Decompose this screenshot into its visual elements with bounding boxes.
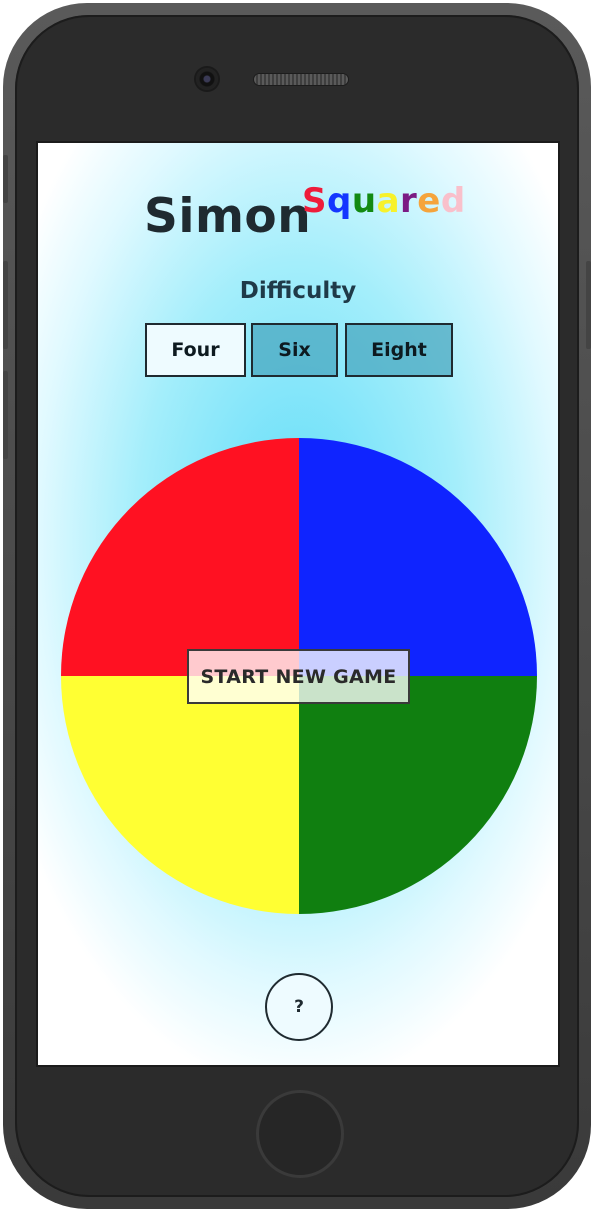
difficulty-six-button[interactable]: Six — [251, 323, 338, 377]
green-quadrant[interactable] — [299, 676, 537, 914]
difficulty-label: Difficulty — [239, 278, 357, 304]
mute-switch — [3, 155, 8, 203]
speaker-grille — [254, 74, 348, 85]
title-letter: q — [327, 181, 352, 221]
difficulty-four-button[interactable]: Four — [145, 323, 246, 377]
title-letter: S — [302, 181, 327, 221]
yellow-quadrant[interactable] — [61, 676, 299, 914]
power-button — [586, 261, 591, 349]
start-new-game-button[interactable]: START NEW GAME — [187, 649, 410, 704]
blue-quadrant[interactable] — [299, 438, 537, 676]
home-button[interactable] — [256, 1090, 344, 1178]
difficulty-eight-button[interactable]: Eight — [345, 323, 453, 377]
title-letter: d — [440, 181, 466, 221]
help-button[interactable]: ? — [265, 973, 333, 1041]
title-letter: r — [400, 181, 418, 221]
app-title-main: Simon — [144, 189, 312, 244]
app-screen: Simon Squared Difficulty Four Six Eight … — [38, 143, 558, 1065]
volume-up-button — [3, 261, 8, 349]
title-letter: u — [351, 181, 377, 221]
volume-down-button — [3, 371, 8, 459]
title-letter: e — [417, 181, 441, 221]
red-quadrant[interactable] — [61, 438, 299, 676]
title-letter: a — [376, 181, 401, 221]
app-title-superscript: Squared — [302, 181, 466, 221]
camera-icon — [196, 68, 218, 90]
